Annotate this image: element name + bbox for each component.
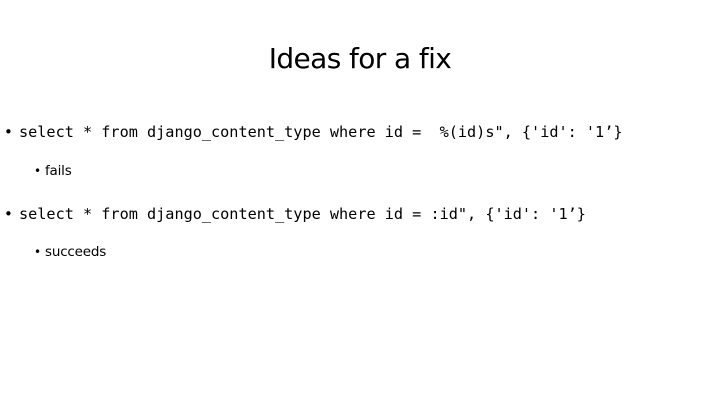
sub-bullet-item: • fails: [34, 161, 72, 181]
bullet-item: • select * from django_content_type where…: [4, 121, 622, 143]
bullet-item: • select * from django_content_type where…: [4, 203, 586, 225]
sub-bullet-dot-icon: •: [34, 245, 41, 259]
sql-query-text: select * from django_content_type where …: [19, 123, 623, 141]
sub-bullet-dot-icon: •: [34, 164, 41, 178]
bullet-list: • select * from django_content_type where…: [0, 0, 720, 405]
bullet-dot-icon: •: [4, 123, 13, 141]
result-text: succeeds: [45, 244, 107, 260]
result-text: fails: [45, 163, 72, 179]
sql-query-text: select * from django_content_type where …: [19, 205, 586, 223]
slide: Ideas for a fix • select * from django_co…: [0, 0, 720, 405]
sub-bullet-item: • succeeds: [34, 242, 106, 262]
bullet-dot-icon: •: [4, 205, 13, 223]
